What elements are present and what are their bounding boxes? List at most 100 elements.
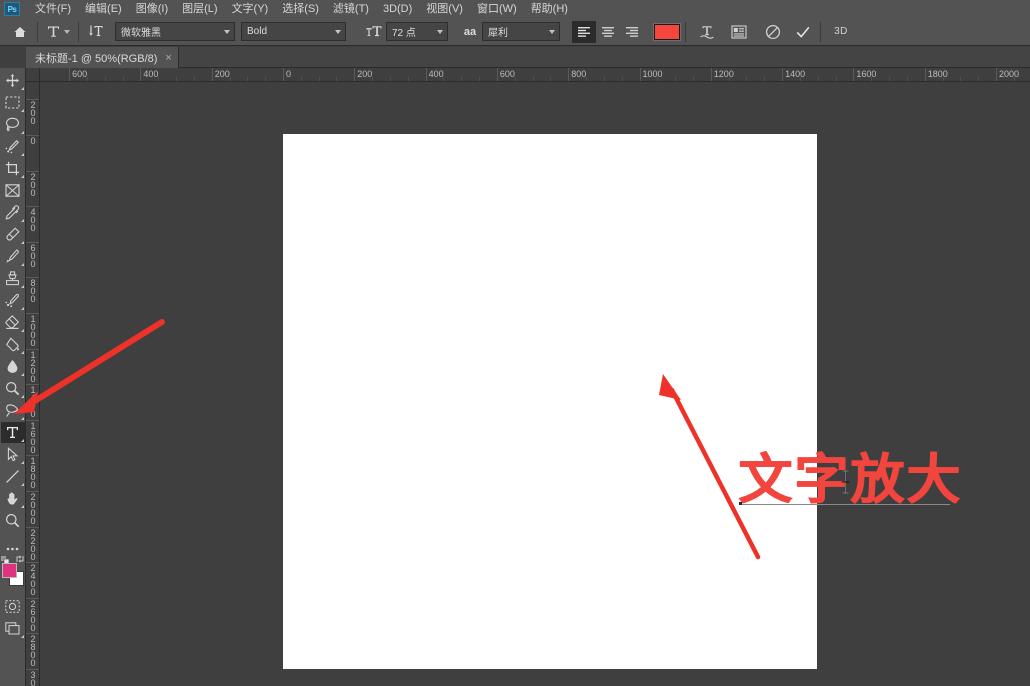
type-tool-icon[interactable]	[43, 21, 73, 43]
artwork-text[interactable]: 文字放大	[738, 452, 962, 508]
ruler-label: 600	[72, 69, 88, 79]
character-panel-icon[interactable]	[727, 21, 751, 43]
eraser-tool[interactable]	[1, 312, 25, 333]
chevron-down-icon[interactable]	[437, 29, 443, 34]
tool-flyout-indicator[interactable]	[20, 373, 24, 376]
marquee-tool[interactable]	[1, 92, 25, 113]
ruler-label: 1000	[30, 314, 36, 348]
home-icon[interactable]	[8, 21, 32, 43]
type-tool[interactable]	[0, 422, 25, 443]
reset-colors-icon[interactable]	[0, 552, 10, 565]
clone-stamp-tool[interactable]	[1, 268, 25, 289]
align-center-icon[interactable]	[596, 21, 620, 43]
line-shape-tool[interactable]	[1, 466, 25, 487]
gradient-tool[interactable]	[1, 334, 25, 355]
ruler-origin-corner[interactable]	[26, 68, 40, 82]
tool-flyout-indicator[interactable]	[20, 417, 24, 420]
tool-flyout-indicator[interactable]	[20, 351, 24, 354]
path-selection-tool[interactable]	[1, 444, 25, 465]
font-family-select[interactable]: 微软雅黑	[115, 22, 235, 41]
tool-flyout-indicator[interactable]	[20, 635, 24, 638]
menu-file[interactable]: 文件(F)	[28, 0, 78, 18]
move-tool[interactable]	[1, 70, 25, 91]
anti-alias-select[interactable]: 犀利	[482, 22, 560, 41]
ruler-tick	[425, 68, 427, 81]
dodge-tool[interactable]	[1, 378, 25, 399]
swap-colors-icon[interactable]	[15, 551, 25, 563]
menu-window[interactable]: 窗口(W)	[470, 0, 524, 18]
tool-flyout-indicator[interactable]	[20, 87, 24, 90]
tool-flyout-indicator[interactable]	[20, 131, 24, 134]
ruler-tick	[639, 68, 641, 81]
chevron-down-icon[interactable]	[549, 29, 555, 34]
horizontal-ruler[interactable]: 600 400 200 0 200 400 600 800 1000 1200 1400 1600 18…	[40, 68, 1030, 82]
tool-flyout-indicator[interactable]	[20, 307, 24, 310]
canvas-work-area[interactable]: 文字放大	[40, 82, 1030, 686]
ruler-label: 200	[214, 69, 230, 79]
crop-tool[interactable]	[1, 158, 25, 179]
ruler-label: 600	[499, 69, 515, 79]
menu-type[interactable]: 文字(Y)	[225, 0, 276, 18]
quick-selection-tool[interactable]	[1, 136, 25, 157]
menu-select[interactable]: 选择(S)	[275, 0, 326, 18]
history-brush-tool[interactable]	[1, 290, 25, 311]
font-size-select[interactable]: 72 点	[386, 22, 448, 41]
align-right-icon[interactable]	[620, 21, 644, 43]
menu-image[interactable]: 图像(I)	[129, 0, 175, 18]
tool-flyout-indicator[interactable]	[20, 241, 24, 244]
cancel-edit-icon[interactable]	[761, 21, 785, 43]
chevron-down-icon[interactable]	[224, 29, 230, 34]
frame-tool[interactable]	[1, 180, 25, 201]
canvas-document[interactable]: 文字放大	[283, 134, 960, 669]
tool-flyout-indicator[interactable]	[20, 329, 24, 332]
tool-flyout-indicator[interactable]	[20, 483, 24, 486]
tool-flyout-indicator[interactable]	[20, 461, 24, 464]
ruler-label: 200	[30, 100, 36, 127]
text-orientation-icon[interactable]	[84, 21, 108, 43]
menu-view[interactable]: 视图(V)	[419, 0, 470, 18]
document-tab[interactable]: 未标题-1 @ 50%(RGB/8) ×	[26, 47, 179, 68]
quick-mask-toggle[interactable]	[1, 596, 25, 617]
tool-flyout-indicator[interactable]	[20, 219, 24, 222]
menu-filter[interactable]: 滤镜(T)	[326, 0, 376, 18]
ruler-label: 1200	[30, 349, 36, 384]
ruler-tick	[568, 68, 570, 81]
menu-help[interactable]: 帮助(H)	[524, 0, 575, 18]
blur-tool[interactable]	[1, 356, 25, 377]
chevron-down-icon[interactable]	[335, 29, 341, 34]
tool-flyout-indicator[interactable]	[20, 153, 24, 156]
foreground-color-swatch[interactable]	[1, 563, 17, 578]
menu-3d[interactable]: 3D(D)	[376, 0, 419, 18]
close-icon[interactable]: ×	[165, 52, 171, 64]
menu-edit[interactable]: 编辑(E)	[78, 0, 129, 18]
eyedropper-tool[interactable]	[1, 202, 25, 223]
tool-flyout-indicator[interactable]	[20, 175, 24, 178]
text-color-swatch[interactable]	[654, 23, 680, 40]
font-style-select[interactable]: Bold	[241, 22, 346, 41]
font-size-icon	[362, 21, 386, 43]
ruler-label: 400	[143, 69, 159, 79]
align-left-icon[interactable]	[572, 20, 596, 43]
healing-brush-tool[interactable]	[1, 224, 25, 245]
tool-flyout-indicator[interactable]	[20, 285, 24, 288]
brush-tool[interactable]	[1, 246, 25, 267]
tool-flyout-indicator[interactable]	[20, 263, 24, 266]
photoshop-window: Ps 文件(F) 编辑(E) 图像(I) 图层(L) 文字(Y) 选择(S) 滤…	[0, 0, 1030, 686]
ruler-tick	[140, 68, 142, 81]
chevron-down-icon[interactable]	[64, 29, 70, 34]
warp-text-icon[interactable]	[695, 21, 719, 43]
commit-edit-icon[interactable]	[791, 21, 815, 43]
ruler-label: 3000	[30, 670, 36, 686]
tool-flyout-indicator[interactable]	[20, 505, 24, 508]
tool-flyout-indicator[interactable]	[20, 109, 24, 112]
hand-tool[interactable]	[1, 488, 25, 509]
lasso-tool[interactable]	[1, 114, 25, 135]
three-d-button[interactable]: 3D	[828, 21, 854, 43]
menu-layer[interactable]: 图层(L)	[175, 0, 224, 18]
vertical-ruler[interactable]: 0 2000 200 400 600 800 10001200140016001800 200…	[26, 82, 40, 686]
pen-tool[interactable]	[1, 400, 25, 421]
tool-flyout-indicator[interactable]	[20, 439, 24, 442]
zoom-tool[interactable]	[1, 510, 25, 531]
screen-mode-toggle[interactable]	[1, 618, 25, 639]
tool-flyout-indicator[interactable]	[20, 395, 24, 398]
